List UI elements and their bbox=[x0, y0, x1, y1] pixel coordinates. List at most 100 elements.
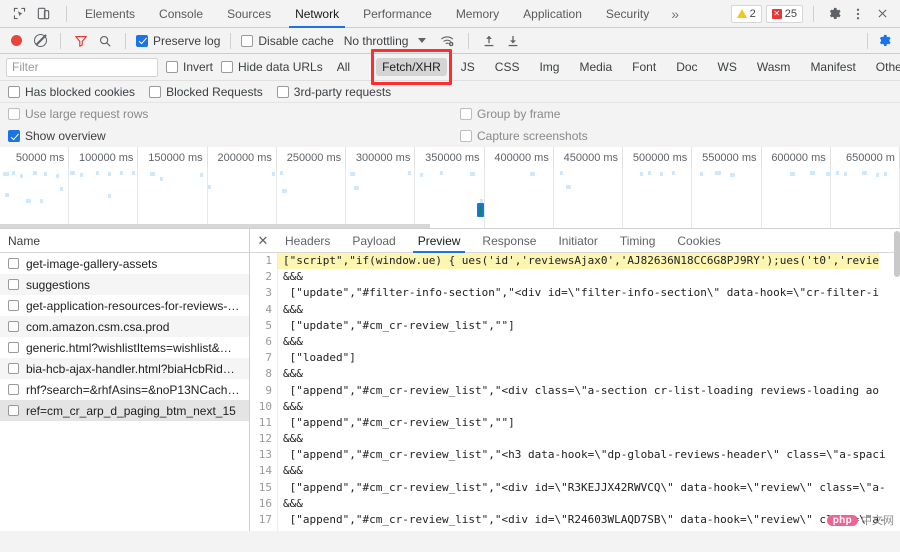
more-tabs-icon[interactable]: » bbox=[661, 0, 689, 28]
request-row-checkbox-icon[interactable] bbox=[8, 258, 19, 269]
tab-elements[interactable]: Elements bbox=[73, 0, 147, 28]
type-filter-manifest[interactable]: Manifest bbox=[804, 58, 861, 76]
upload-arrow-icon[interactable] bbox=[479, 31, 499, 51]
detail-tab-response[interactable]: Response bbox=[471, 229, 547, 253]
download-arrow-icon[interactable] bbox=[503, 31, 523, 51]
preview-line-content[interactable]: &&& bbox=[278, 431, 303, 447]
preview-line-content[interactable]: ["append","#cm_cr-review_list",""] bbox=[278, 415, 515, 431]
type-filter-css[interactable]: CSS bbox=[489, 58, 526, 76]
has-blocked-cookies-checkbox[interactable]: Has blocked cookies bbox=[8, 85, 135, 99]
group-by-frame-checkbox[interactable]: Group by frame bbox=[460, 107, 560, 121]
type-filter-img[interactable]: Img bbox=[533, 58, 565, 76]
type-filter-other[interactable]: Other bbox=[870, 58, 900, 76]
disable-cache-checkbox[interactable]: Disable cache bbox=[241, 34, 334, 48]
wifi-settings-icon[interactable] bbox=[438, 31, 458, 51]
request-row[interactable]: get-application-resources-for-reviews-g… bbox=[0, 295, 249, 316]
preview-line-content[interactable]: &&& bbox=[278, 334, 303, 350]
overview-selected-request-marker[interactable] bbox=[477, 203, 484, 217]
detail-tab-headers[interactable]: Headers bbox=[274, 229, 341, 253]
request-list-column-header[interactable]: Name bbox=[0, 229, 249, 253]
search-icon[interactable] bbox=[95, 31, 115, 51]
preview-line-content[interactable]: ["append","#cm_cr-review_list","<div cla… bbox=[278, 383, 879, 399]
tab-performance[interactable]: Performance bbox=[351, 0, 444, 28]
preview-line-content[interactable]: &&& bbox=[278, 463, 303, 479]
tab-sources[interactable]: Sources bbox=[215, 0, 283, 28]
type-filter-all[interactable]: All bbox=[331, 58, 356, 76]
error-count-badge[interactable]: ✕ 25 bbox=[765, 4, 803, 23]
preview-line-content[interactable]: ["loaded"] bbox=[278, 350, 356, 366]
request-row-checkbox-icon[interactable] bbox=[8, 384, 19, 395]
preview-line-content[interactable]: &&& bbox=[278, 399, 303, 415]
inspect-element-icon[interactable] bbox=[10, 5, 28, 23]
request-row-checkbox-icon[interactable] bbox=[8, 300, 19, 311]
detail-tab-cookies[interactable]: Cookies bbox=[666, 229, 731, 253]
detail-tab-initiator[interactable]: Initiator bbox=[547, 229, 608, 253]
request-row-checkbox-icon[interactable] bbox=[8, 279, 19, 290]
tab-application[interactable]: Application bbox=[511, 0, 594, 28]
request-row[interactable]: com.amazon.csm.csa.prod bbox=[0, 316, 249, 337]
type-filter-ws[interactable]: WS bbox=[712, 58, 743, 76]
tab-security[interactable]: Security bbox=[594, 0, 661, 28]
type-filter-font[interactable]: Font bbox=[626, 58, 662, 76]
preview-line-content[interactable]: &&& bbox=[278, 302, 303, 318]
preview-line-content[interactable]: ["update","#cm_cr-review_list",""] bbox=[278, 318, 515, 334]
preview-line-content[interactable]: &&& bbox=[278, 528, 303, 531]
detail-tab-timing[interactable]: Timing bbox=[609, 229, 667, 253]
preview-line-content[interactable]: ["append","#cm_cr-review_list","<h3 data… bbox=[278, 447, 886, 463]
type-filter-js[interactable]: JS bbox=[455, 58, 481, 76]
request-row[interactable]: suggestions bbox=[0, 274, 249, 295]
request-row[interactable]: rhf?search=&rhfAsins=&noP13NCache… bbox=[0, 379, 249, 400]
tab-console[interactable]: Console bbox=[147, 0, 215, 28]
preserve-log-checkbox[interactable]: Preserve log bbox=[136, 34, 220, 48]
hide-data-urls-checkbox[interactable]: Hide data URLs bbox=[221, 60, 323, 74]
request-row[interactable]: ref=cm_cr_arp_d_paging_btm_next_15 bbox=[0, 400, 249, 421]
preview-line-content[interactable]: &&& bbox=[278, 366, 303, 382]
network-overview[interactable]: 50000 ms 100000 ms 150000 ms 200000 ms 25000… bbox=[0, 147, 900, 229]
tab-network[interactable]: Network bbox=[283, 0, 351, 28]
use-large-request-rows-checkbox[interactable]: Use large request rows bbox=[8, 107, 148, 121]
overview-scrollbar[interactable] bbox=[0, 224, 430, 228]
capture-screenshots-checkbox[interactable]: Capture screenshots bbox=[460, 129, 588, 143]
request-list[interactable]: get-image-gallery-assets suggestions get-a… bbox=[0, 253, 249, 421]
overview-requests-canvas[interactable] bbox=[0, 169, 900, 228]
type-filter-doc[interactable]: Doc bbox=[670, 58, 703, 76]
detail-tab-preview[interactable]: Preview bbox=[407, 229, 472, 253]
throttling-dropdown[interactable]: No throttling bbox=[344, 34, 427, 48]
preview-line-content[interactable]: &&& bbox=[278, 269, 303, 285]
close-detail-icon[interactable]: ✕ bbox=[252, 229, 274, 253]
preview-vertical-scrollbar[interactable] bbox=[894, 229, 900, 531]
warning-count-badge[interactable]: 2 bbox=[730, 4, 762, 23]
record-button[interactable] bbox=[6, 31, 26, 51]
request-row[interactable]: get-image-gallery-assets bbox=[0, 253, 249, 274]
preview-line-content[interactable]: ["append","#cm_cr-review_list","<div id=… bbox=[278, 512, 886, 528]
type-filter-wasm[interactable]: Wasm bbox=[751, 58, 797, 76]
filter-input[interactable] bbox=[6, 57, 158, 77]
close-icon[interactable] bbox=[872, 4, 892, 24]
type-filter-fetch-xhr[interactable]: Fetch/XHR bbox=[376, 58, 447, 76]
gear-icon[interactable] bbox=[824, 4, 844, 24]
show-overview-checkbox[interactable]: Show overview bbox=[8, 129, 106, 143]
preview-scrollbar-thumb[interactable] bbox=[894, 231, 900, 277]
filter-funnel-icon[interactable] bbox=[71, 31, 91, 51]
detail-tab-payload[interactable]: Payload bbox=[341, 229, 406, 253]
preview-line-content[interactable]: ["script","if(window.ue) { ues('id','rev… bbox=[278, 253, 880, 270]
blocked-requests-checkbox[interactable]: Blocked Requests bbox=[149, 85, 263, 99]
preview-code-view[interactable]: 1 ["script","if(window.ue) { ues('id','re… bbox=[250, 253, 900, 531]
request-row[interactable]: generic.html?wishlistItems=wishlist&me… bbox=[0, 337, 249, 358]
request-row-checkbox-icon[interactable] bbox=[8, 342, 19, 353]
kebab-menu-icon[interactable] bbox=[848, 4, 868, 24]
gear-icon-blue[interactable] bbox=[874, 31, 894, 51]
device-toolbar-icon[interactable] bbox=[34, 5, 52, 23]
tab-memory[interactable]: Memory bbox=[444, 0, 511, 28]
third-party-requests-checkbox[interactable]: 3rd-party requests bbox=[276, 85, 391, 99]
request-row-checkbox-icon[interactable] bbox=[8, 405, 19, 416]
request-row[interactable]: bia-hcb-ajax-handler.html?biaHcbRid=… bbox=[0, 358, 249, 379]
preview-line-content[interactable]: ["append","#cm_cr-review_list","<div id=… bbox=[278, 480, 886, 496]
preview-line-content[interactable]: &&& bbox=[278, 496, 303, 512]
invert-checkbox[interactable]: Invert bbox=[166, 60, 213, 74]
preview-line-content[interactable]: ["update","#filter-info-section","<div i… bbox=[278, 285, 879, 301]
request-row-checkbox-icon[interactable] bbox=[8, 363, 19, 374]
request-row-checkbox-icon[interactable] bbox=[8, 321, 19, 332]
clear-button[interactable] bbox=[30, 31, 50, 51]
type-filter-media[interactable]: Media bbox=[573, 58, 618, 76]
